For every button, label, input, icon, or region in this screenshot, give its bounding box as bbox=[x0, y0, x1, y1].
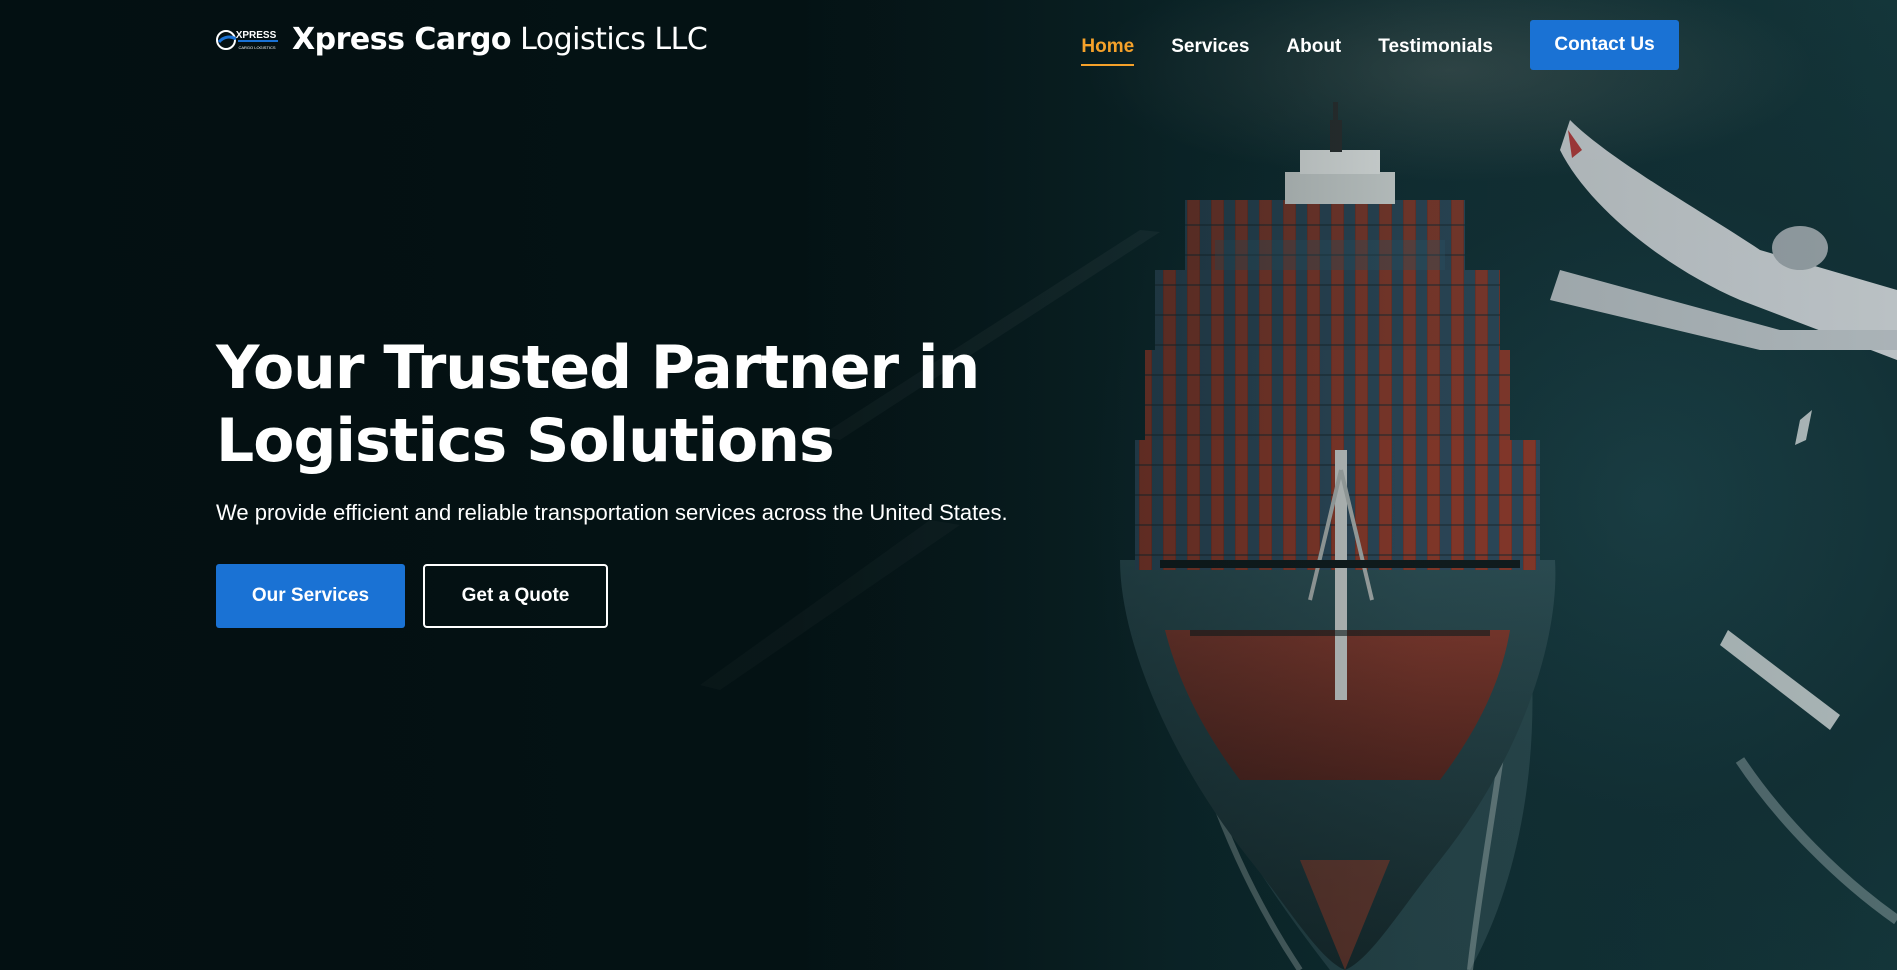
main-navigation: Home Services About Testimonials Contact… bbox=[1044, 20, 1679, 70]
nav-testimonials[interactable]: Testimonials bbox=[1378, 24, 1493, 66]
hero-title-line-2: Logistics Solutions bbox=[216, 406, 835, 476]
hero-title-line-1: Your Trusted Partner in bbox=[216, 333, 980, 403]
brand-name-light: Logistics LLC bbox=[511, 22, 708, 57]
nav-home[interactable]: Home bbox=[1081, 24, 1135, 66]
hero-actions: Our Services Get a Quote bbox=[216, 564, 1116, 628]
hero-title: Your Trusted Partner in Logistics Soluti… bbox=[216, 332, 1116, 478]
brand-name-bold: Xpress Cargo bbox=[292, 22, 512, 57]
site-header: XPRESS CARGO LOGISTICS Xpress Cargo Logi… bbox=[0, 0, 1897, 90]
nav-about[interactable]: About bbox=[1286, 24, 1341, 66]
hero-section: XPRESS CARGO LOGISTICS Xpress Cargo Logi… bbox=[0, 0, 1897, 970]
brand-name: Xpress Cargo Logistics LLC bbox=[292, 22, 708, 57]
logo-text: XPRESS bbox=[236, 30, 277, 41]
get-a-quote-button[interactable]: Get a Quote bbox=[423, 564, 608, 628]
hero-content: Your Trusted Partner in Logistics Soluti… bbox=[216, 332, 1116, 628]
brand-logo-link[interactable]: XPRESS CARGO LOGISTICS Xpress Cargo Logi… bbox=[216, 22, 708, 57]
logo-subtext: CARGO LOGISTICS bbox=[238, 45, 275, 50]
our-services-button[interactable]: Our Services bbox=[216, 564, 405, 628]
nav-services[interactable]: Services bbox=[1171, 24, 1249, 66]
contact-us-button[interactable]: Contact Us bbox=[1530, 20, 1679, 70]
hero-subtitle: We provide efficient and reliable transp… bbox=[216, 500, 1008, 525]
xpress-cargo-logo-icon: XPRESS CARGO LOGISTICS bbox=[216, 29, 278, 50]
